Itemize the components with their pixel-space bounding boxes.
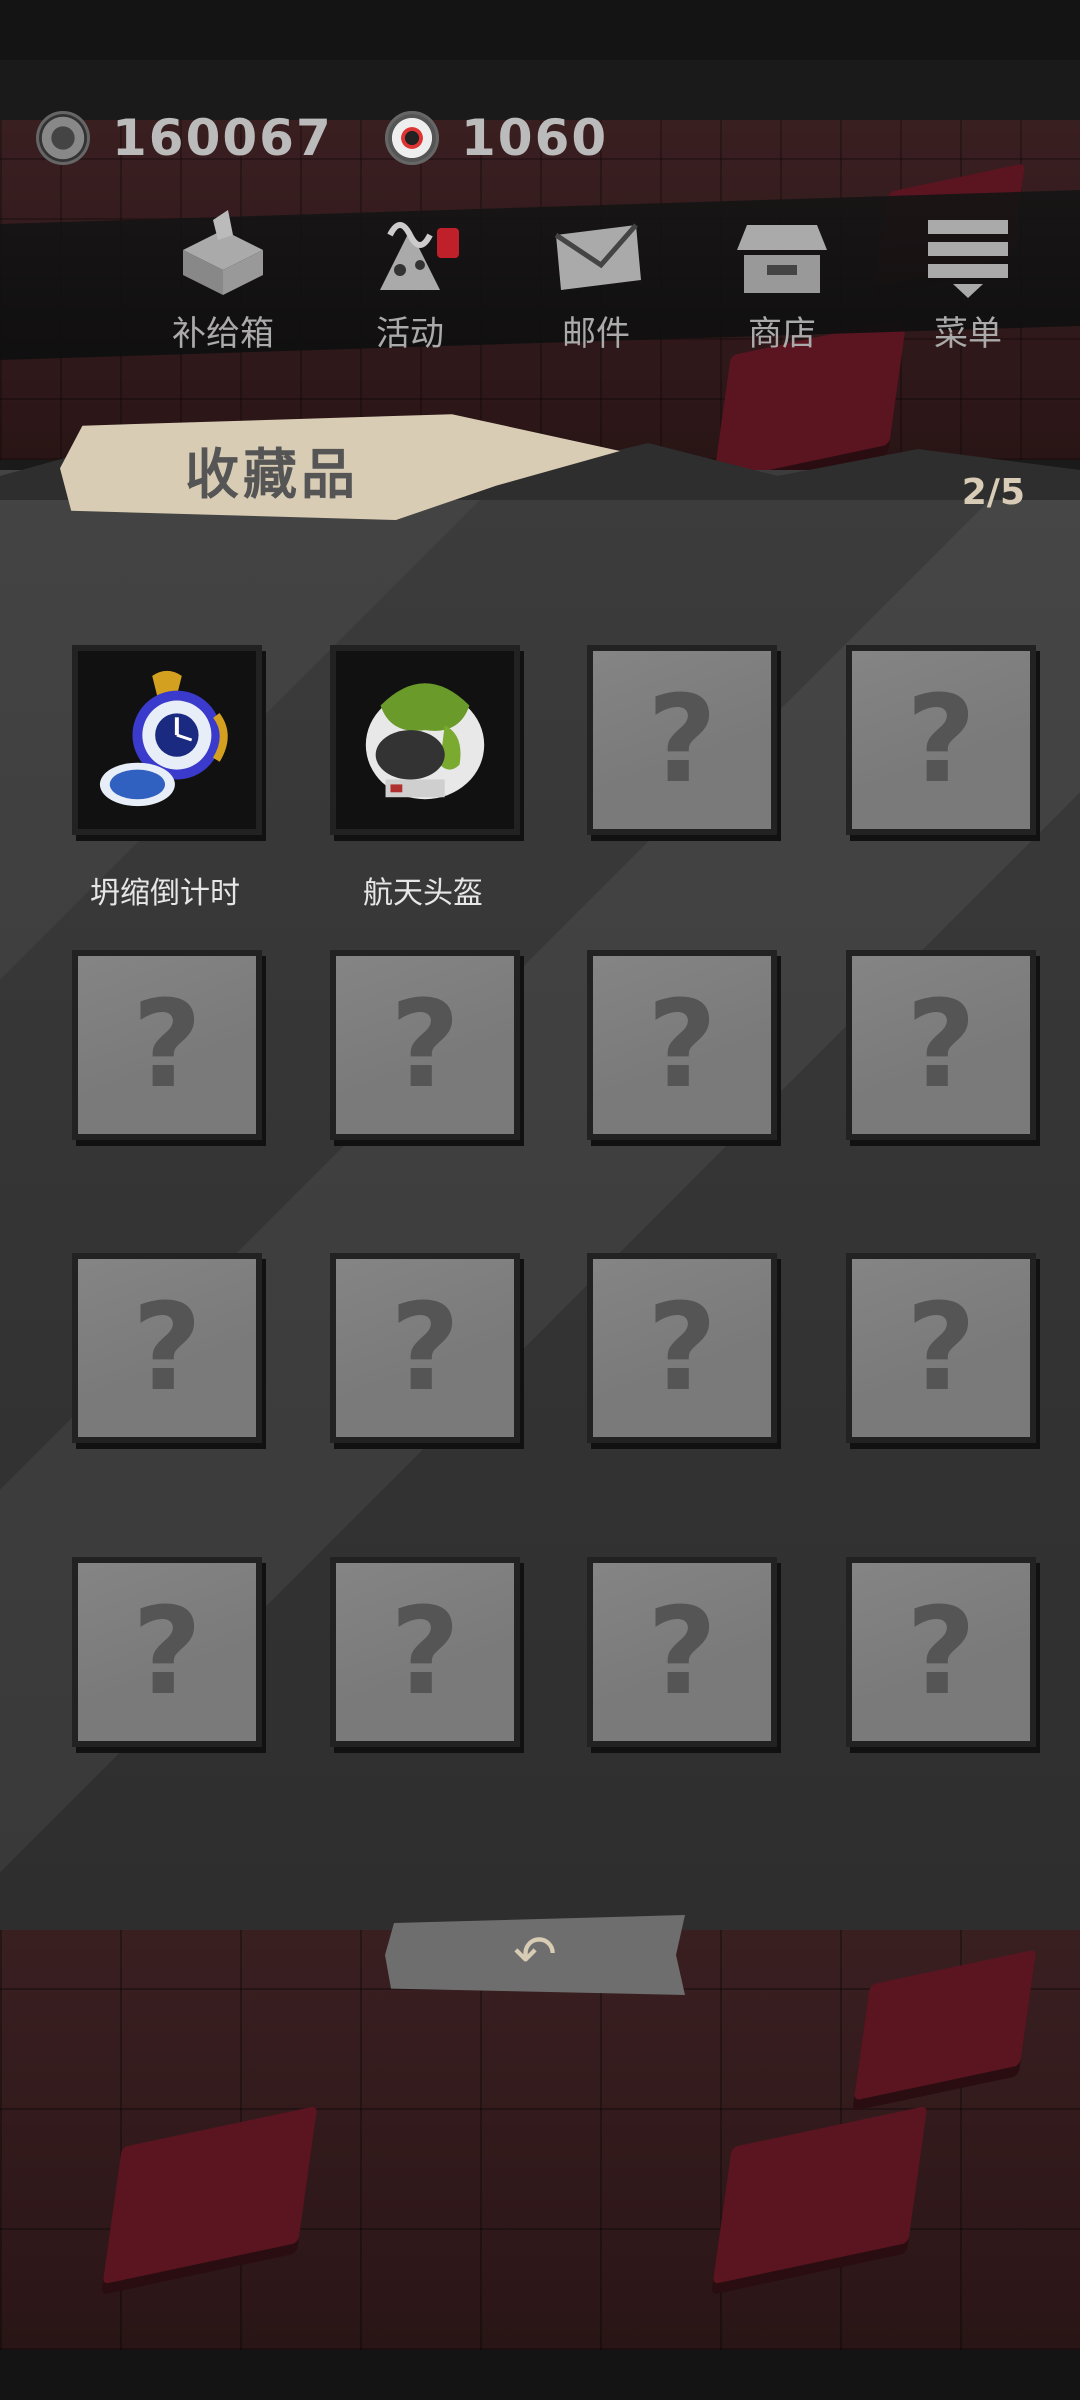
collection-slot-14[interactable]: ? xyxy=(330,1557,520,1747)
gem-value: 1060 xyxy=(461,109,609,167)
menu-label: 邮件 xyxy=(562,314,630,354)
collection-slot-6[interactable]: ? xyxy=(330,950,520,1140)
back-arrow-icon: ↶ xyxy=(513,1925,557,1985)
table-decoration xyxy=(102,2105,318,2285)
collection-slot-2[interactable] xyxy=(330,645,520,835)
collection-slot-3[interactable]: ? xyxy=(587,645,777,835)
coin-value: 160067 xyxy=(112,109,333,167)
collection-slot-5[interactable]: ? xyxy=(72,950,262,1140)
locked-question-icon: ? xyxy=(132,975,202,1115)
coin-counter: 160067 xyxy=(36,108,333,168)
table-decoration xyxy=(853,1949,1037,2101)
coin-icon xyxy=(36,111,90,165)
collection-slot-16[interactable]: ? xyxy=(846,1557,1036,1747)
back-button[interactable]: ↶ xyxy=(385,1915,685,1995)
locked-question-icon: ? xyxy=(906,670,976,810)
menu-event[interactable]: 活动 xyxy=(340,210,480,360)
eye-coin-icon xyxy=(385,111,439,165)
collection-item-name: 航天头盔 xyxy=(363,876,483,911)
pocket-watch-icon xyxy=(99,670,228,807)
locked-question-icon: ? xyxy=(647,670,717,810)
collection-slot-13[interactable]: ? xyxy=(72,1557,262,1747)
collection-item-name: 坍缩倒计时 xyxy=(90,876,240,911)
page-title: 收藏品 xyxy=(185,443,359,506)
collection-slot-9[interactable]: ? xyxy=(72,1253,262,1443)
collection-slot-11[interactable]: ? xyxy=(587,1253,777,1443)
menu-icon xyxy=(913,210,1023,300)
menu-supply-box[interactable]: 补给箱 xyxy=(153,210,293,360)
locked-question-icon: ? xyxy=(390,975,460,1115)
space-helmet-icon xyxy=(365,683,485,800)
locked-question-icon: ? xyxy=(647,975,717,1115)
mail-icon xyxy=(541,210,651,300)
locked-question-icon: ? xyxy=(132,1582,202,1722)
locked-question-icon: ? xyxy=(906,1278,976,1418)
menu-main[interactable]: 菜单 xyxy=(898,210,1038,360)
table-decoration xyxy=(712,2105,928,2285)
menu-label: 菜单 xyxy=(934,314,1002,354)
locked-question-icon: ? xyxy=(132,1278,202,1418)
menu-mail[interactable]: 邮件 xyxy=(526,210,666,360)
gem-counter: 1060 xyxy=(385,108,608,168)
locked-question-icon: ? xyxy=(906,975,976,1115)
menu-label: 活动 xyxy=(376,314,444,354)
collection-slot-4[interactable]: ? xyxy=(846,645,1036,835)
supply-box-icon xyxy=(168,210,278,300)
menu-label: 补给箱 xyxy=(172,314,274,354)
menu-label: 商店 xyxy=(748,314,816,354)
menu-shop[interactable]: 商店 xyxy=(712,210,852,360)
locked-question-icon: ? xyxy=(906,1582,976,1722)
bottom-strip xyxy=(0,2350,1080,2400)
tavern-background-bottom xyxy=(0,1930,1080,2350)
locked-question-icon: ? xyxy=(647,1582,717,1722)
collection-slot-12[interactable]: ? xyxy=(846,1253,1036,1443)
collection-slot-7[interactable]: ? xyxy=(587,950,777,1140)
collection-slot-10[interactable]: ? xyxy=(330,1253,520,1443)
collection-slot-1[interactable] xyxy=(72,645,262,835)
collection-progress: 2/5 xyxy=(961,472,1025,513)
locked-question-icon: ? xyxy=(647,1278,717,1418)
event-icon xyxy=(355,210,465,300)
status-strip xyxy=(0,0,1080,60)
locked-question-icon: ? xyxy=(390,1582,460,1722)
collection-slot-8[interactable]: ? xyxy=(846,950,1036,1140)
locked-question-icon: ? xyxy=(390,1278,460,1418)
notification-badge xyxy=(437,228,459,258)
shop-icon xyxy=(727,210,837,300)
collection-slot-15[interactable]: ? xyxy=(587,1557,777,1747)
